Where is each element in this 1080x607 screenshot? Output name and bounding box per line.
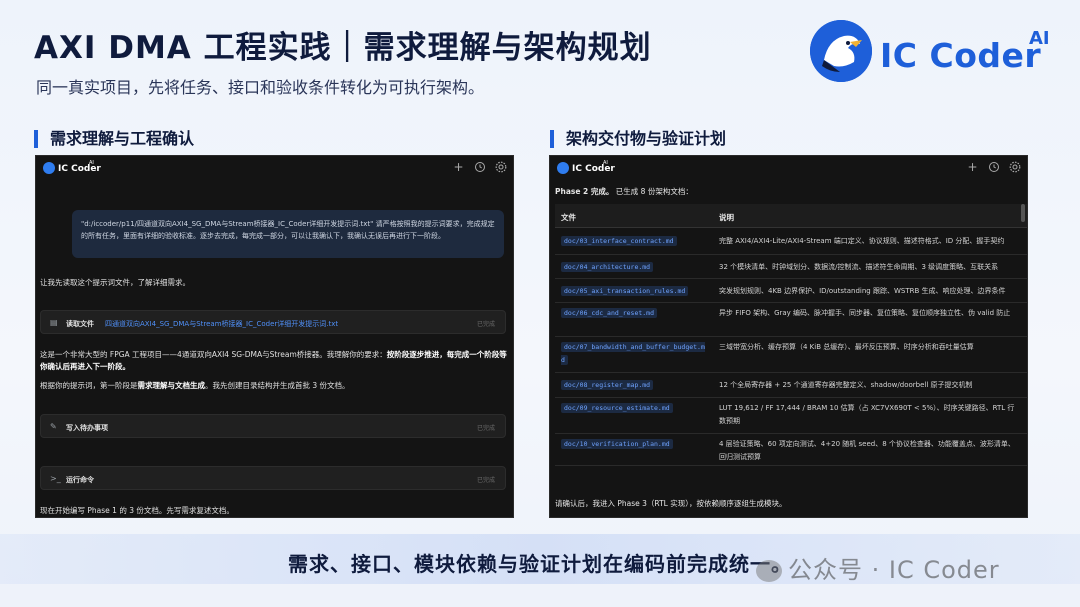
history-icon[interactable] [987,161,1000,174]
app-logo-icon [43,162,55,174]
chat-panel-right: IC Coder AI + Phase 2 完成。 已生成 8 份架构文档： 文… [549,155,1028,518]
cell-description: LUT 19,612 / FF 17,444 / BRAM 10 估算（占 XC… [719,404,1015,425]
slide-title: AXI DMA 工程实践｜需求理解与架构规划 [34,30,652,66]
column-header-file: 文件 [561,213,576,222]
cell-file: doc/09_resource_estimate.md [561,402,709,415]
table-row: doc/10_verification_plan.md 4 层验证策略、60 项定… [555,434,1027,466]
tool-call-command[interactable]: >_ 运行命令 已完成 [40,466,506,490]
panel-header: IC Coder AI + [36,156,513,182]
cell-file: doc/03_interface_contract.md [561,235,709,248]
app-name: IC Coder [58,164,101,174]
slide-subtitle: 同一真实项目，先将任务、接口和验收条件转化为可执行架构。 [36,78,485,97]
app-sup: AI [603,160,608,166]
cell-file: doc/06_cdc_and_reset.md [561,307,709,320]
file-path-link[interactable]: doc/07_bandwidth_and_buffer_budget.md [561,342,705,365]
assistant-message: Phase 2 完成。 已生成 8 份架构文档： [555,186,693,197]
pencil-icon: ✎ [50,422,57,431]
settings-icon[interactable] [494,161,507,174]
scrollbar[interactable] [1021,204,1025,222]
app-name: IC Coder [572,164,615,174]
brand-sup: AI [1029,28,1050,49]
app-logo-icon [557,162,569,174]
history-icon[interactable] [473,161,486,174]
table-row: doc/08_register_map.md 12 个全局寄存器 + 25 个通道… [555,373,1027,398]
settings-icon[interactable] [1008,161,1021,174]
assistant-message: 让我先读取这个提示词文件，了解详细需求。 [40,278,190,287]
chat-panel-left: IC Coder AI + "d:/iccoder/p11/四通道双向AXI4_… [35,155,514,518]
message-text: 。我先创建目录结构并生成首批 3 份文档。 [205,381,350,390]
cell-description: 12 个全局寄存器 + 25 个通道寄存器完整定义、shadow/doorbel… [719,381,973,389]
file-path-link[interactable]: doc/04_architecture.md [561,262,654,272]
file-path-link[interactable]: doc/10_verification_plan.md [561,439,673,449]
plus-icon[interactable]: + [452,161,465,174]
wechat-icon [756,560,782,582]
tool-call-read-file[interactable]: ▤ 读取文件 四通道双向AXI4_SG_DMA与Stream桥接器_IC_Cod… [40,310,506,334]
watermark-text: 公众号 · IC Coder [788,556,1000,584]
assistant-message: 这是一个非常大型的 FPGA 工程项目——4通道双向AXI4 SG-DMA与St… [40,349,508,373]
panel-header: IC Coder AI + [550,156,1027,182]
cell-file: doc/08_register_map.md [561,379,709,392]
file-icon: ▤ [50,318,58,327]
cell-file: doc/04_architecture.md [561,261,709,274]
cell-description: 4 层验证策略、60 项定向测试、4+20 随机 seed、8 个协议检查器、功… [719,440,1015,461]
tool-call-todo[interactable]: ✎ 写入待办事项 已完成 [40,414,506,438]
plus-icon[interactable]: + [966,161,979,174]
column-header-desc: 说明 [719,213,734,222]
assistant-message: 根据你的提示词，第一阶段是需求理解与文档生成。我先创建目录结构并生成首批 3 份… [40,380,350,392]
section-heading-architecture: 架构交付物与验证计划 [550,130,726,148]
tool-label: 读取文件 [66,320,94,328]
brand-logo: IC Coder AI [810,20,1060,90]
file-link[interactable]: 四通道双向AXI4_SG_DMA与Stream桥接器_IC_Coder详细开发提… [105,319,338,329]
message-text: 已生成 8 份架构文档： [615,187,693,196]
tool-label: 运行命令 [66,476,94,484]
file-path-link[interactable]: doc/09_resource_estimate.md [561,403,673,413]
status-badge: 已完成 [476,477,495,484]
assistant-message: 请确认后，我进入 Phase 3（RTL 实现），按依赖顺序逐组生成模块。 [555,499,787,508]
cell-file: doc/07_bandwidth_and_buffer_budget.md [561,341,709,367]
table-row: doc/09_resource_estimate.md LUT 19,612 / … [555,398,1027,434]
watermark: 公众号 · IC Coder [756,550,1000,585]
user-prompt-bubble: "d:/iccoder/p11/四通道双向AXI4_SG_DMA与Stream桥… [72,210,504,258]
table-row: doc/05_axi_transaction_rules.md 突发规划规则、4K… [555,279,1027,303]
table-row: doc/07_bandwidth_and_buffer_budget.md 三域带… [555,337,1027,373]
table-row: doc/04_architecture.md 32 个模块清单、时钟域划分、数据流… [555,255,1027,279]
cell-file: doc/05_axi_transaction_rules.md [561,285,709,298]
phase-status: Phase 2 完成。 [555,187,614,196]
brand-name: IC Coder [880,36,1042,75]
file-path-link[interactable]: doc/06_cdc_and_reset.md [561,308,658,318]
status-badge: 已完成 [476,425,495,432]
cell-description: 突发规划规则、4KB 边界保护、ID/outstanding 跟踪、WSTRB … [719,287,1006,295]
message-highlight: 需求理解与文档生成 [137,381,206,390]
cell-description: 完整 AXI4/AXI4-Lite/AXI4-Stream 端口定义、协议规则、… [719,237,1005,245]
message-text: 这是一个非常大型的 FPGA 工程项目——4通道双向AXI4 SG-DMA与St… [40,350,387,359]
cell-description: 三域带宽分析、缓存预算（4 KiB 总缓存）、最坏反压预算、时序分析和吞吐量估算 [719,343,974,351]
file-path-link[interactable]: doc/03_interface_contract.md [561,236,677,246]
cell-file: doc/10_verification_plan.md [561,438,709,451]
assistant-message: 现在开始编写 Phase 1 的 3 份文档。先写需求复述文档。 [40,506,234,515]
table-row: doc/03_interface_contract.md 完整 AXI4/AXI4… [555,229,1027,255]
table-header: 文件 说明 [555,204,1027,228]
tool-label: 写入待办事项 [66,424,108,432]
file-path-link[interactable]: doc/05_axi_transaction_rules.md [561,286,689,296]
message-text: 根据你的提示词，第一阶段是 [40,381,138,390]
file-path-link[interactable]: doc/08_register_map.md [561,380,654,390]
cell-description: 32 个模块清单、时钟域划分、数据流/控制流、描述符生命周期、3 级调度策略、互… [719,263,999,271]
section-heading-requirements: 需求理解与工程确认 [34,130,194,148]
app-sup: AI [89,160,94,166]
table-row: doc/06_cdc_and_reset.md 异步 FIFO 架构、Gray 编… [555,303,1027,337]
eagle-icon [810,20,872,82]
cell-description: 异步 FIFO 架构、Gray 编码、脉冲握手、同步器、复位策略、复位顺序独立性… [719,309,1011,317]
status-badge: 已完成 [476,321,495,328]
terminal-icon: >_ [50,474,61,483]
